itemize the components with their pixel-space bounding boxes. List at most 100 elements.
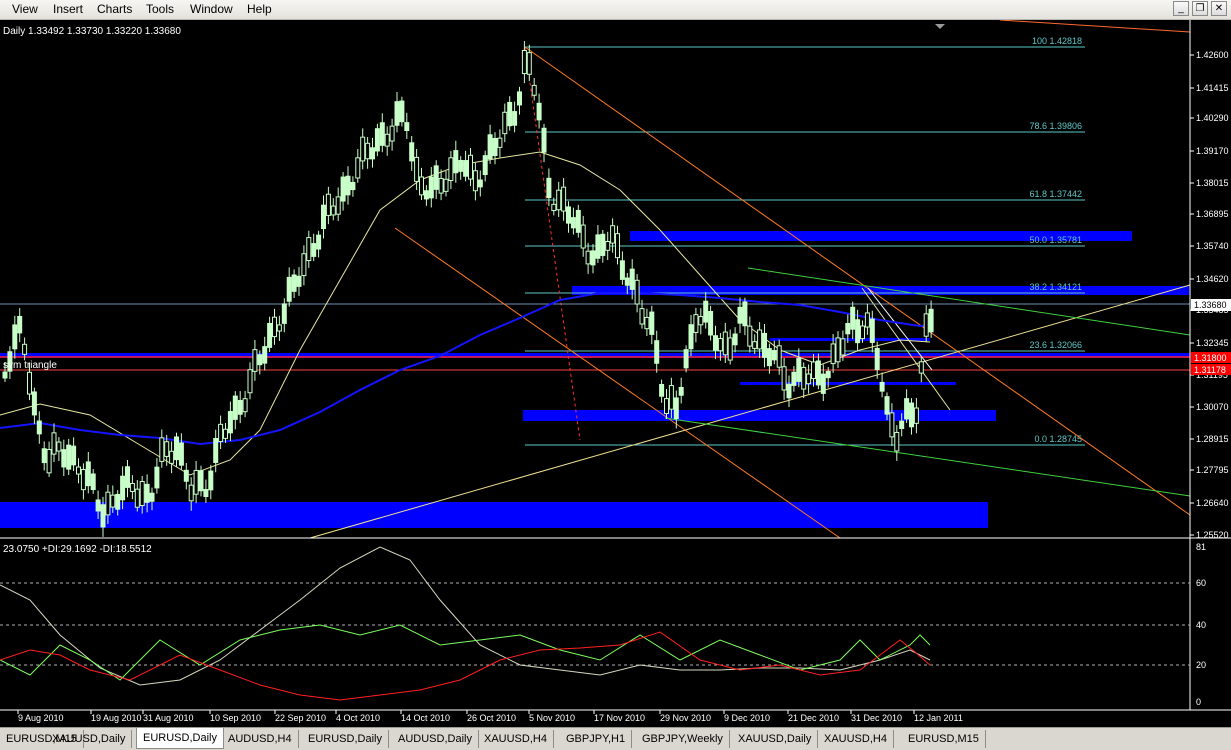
trendline-4 [747, 267, 1191, 336]
candle-body [551, 203, 557, 212]
chart-tab-xauusd-h4[interactable]: XAUUSD,H4 [818, 730, 894, 748]
candle-body [90, 473, 96, 491]
price-tick-label: 1.38015 [1196, 178, 1229, 188]
candle-body [31, 391, 37, 416]
date-tick-label: 10 Sep 2010 [210, 713, 261, 723]
candle-body [272, 316, 277, 338]
price-tick-label: 1.25520 [1196, 530, 1229, 540]
menu-tools[interactable]: Tools [146, 2, 174, 16]
candle-body [654, 340, 660, 364]
chart-tab-gbpjpy-h1[interactable]: GBPJPY,H1 [560, 730, 633, 748]
candle-body [237, 400, 243, 415]
minimize-button[interactable]: _ [1173, 1, 1189, 16]
candle-body [766, 348, 772, 367]
chart-tab-audusd-h4[interactable]: AUDUSD,H4 [222, 730, 299, 748]
candle-body [51, 432, 57, 455]
chart-tab-gbpjpy-weekly[interactable]: GBPJPY,Weekly [636, 730, 730, 748]
candle-body [879, 381, 885, 392]
candle-body [615, 233, 620, 259]
chart-tab-xauusd-h4[interactable]: XAUUSD,H4 [478, 730, 554, 748]
candle-body [899, 420, 905, 429]
candle-body [811, 361, 816, 380]
candle-body [830, 343, 836, 365]
candle-body [218, 423, 224, 443]
price-chart[interactable]: 100 1.42818 78.6 1.39806 61.8 1.37442 50.0 … [0, 19, 1231, 727]
candle-body [742, 301, 748, 327]
candle-body [860, 325, 865, 340]
candle-body [409, 142, 415, 162]
candle-body [316, 234, 322, 250]
chart-tab-audusd-daily[interactable]: AUDUSD,Daily [392, 730, 479, 748]
candle-body [825, 370, 831, 379]
candle-body [869, 318, 875, 343]
candle-body [213, 437, 219, 463]
candle-body [673, 397, 679, 419]
candle-body [164, 441, 170, 457]
chart-shift-icon[interactable] [935, 24, 945, 29]
candle-body [835, 337, 841, 363]
candle-body [27, 371, 32, 395]
candle-body [208, 470, 214, 491]
candle-body [717, 338, 723, 352]
chart-tab-xauusd-daily[interactable]: XAUUSD,Daily [46, 730, 133, 748]
candle-body [747, 325, 753, 347]
candle-body [154, 466, 160, 489]
date-tick-label: 22 Sep 2010 [275, 713, 326, 723]
candle-body [610, 225, 616, 244]
candle-body [370, 147, 375, 160]
candle-body [276, 324, 282, 332]
candle-body [227, 411, 233, 434]
candle-body [639, 308, 645, 325]
candle-body [306, 237, 312, 262]
candle-body [423, 190, 429, 200]
candle-body [889, 412, 895, 438]
chart-tab-eurusd-daily[interactable]: EURUSD,Daily [302, 730, 389, 748]
restore-button[interactable]: ❐ [1192, 1, 1208, 16]
candle-body [257, 354, 263, 366]
candle-body [815, 360, 821, 386]
chart-tab-xauusd-daily[interactable]: XAUUSD,Daily [732, 730, 819, 748]
candle-body [281, 303, 287, 324]
candle-body [335, 196, 341, 215]
trendlines [0, 19, 1191, 539]
candle-body [624, 277, 630, 286]
candle-body [757, 329, 763, 350]
candle-body [80, 469, 86, 491]
candle-body [526, 52, 532, 75]
candle-body [722, 331, 728, 356]
candle-body [517, 91, 522, 106]
candle-body [806, 373, 812, 385]
candle-body [41, 448, 47, 464]
candle-body [820, 373, 826, 394]
fib-diagonal [524, 46, 581, 441]
price-tick-label: 1.28915 [1196, 434, 1229, 444]
candle-body [688, 324, 694, 350]
candle-body [575, 209, 581, 233]
current-price-label: 1.33680 [1194, 300, 1227, 310]
candle-body [752, 341, 758, 349]
menu-window[interactable]: Window [190, 2, 233, 16]
candle-body [600, 233, 606, 256]
candle-body [178, 442, 184, 466]
menu-help[interactable]: Help [247, 2, 272, 16]
indicator-info: 23.0750 +DI:29.1692 -DI:18.5512 [3, 544, 152, 555]
chart-tab-eurusd-daily[interactable]: EURUSD,Daily [136, 728, 224, 749]
candle-body [874, 347, 880, 371]
candle-body [139, 481, 145, 507]
fib-label-6: 0.0 1.28745 [1034, 434, 1082, 444]
candle-body [845, 323, 851, 335]
close-button[interactable]: ✕ [1211, 1, 1227, 16]
candle-body [492, 137, 498, 157]
date-tick-label: 9 Dec 2010 [724, 713, 770, 723]
candle-body [134, 488, 140, 508]
price-tick-label: 1.35740 [1196, 241, 1229, 251]
menu-view[interactable]: View [12, 2, 38, 16]
menu-charts[interactable]: Charts [97, 2, 132, 16]
candle-body [928, 308, 934, 333]
chart-window[interactable]: 100 1.42818 78.6 1.39806 61.8 1.37442 50.0 … [0, 19, 1231, 727]
chart-tab-eurusd-m15[interactable]: EURUSD,M15 [902, 730, 986, 748]
candle-body [414, 156, 420, 182]
date-tick-label: 31 Aug 2010 [143, 713, 194, 723]
menu-insert[interactable]: Insert [53, 2, 83, 16]
candle-body [482, 155, 488, 176]
